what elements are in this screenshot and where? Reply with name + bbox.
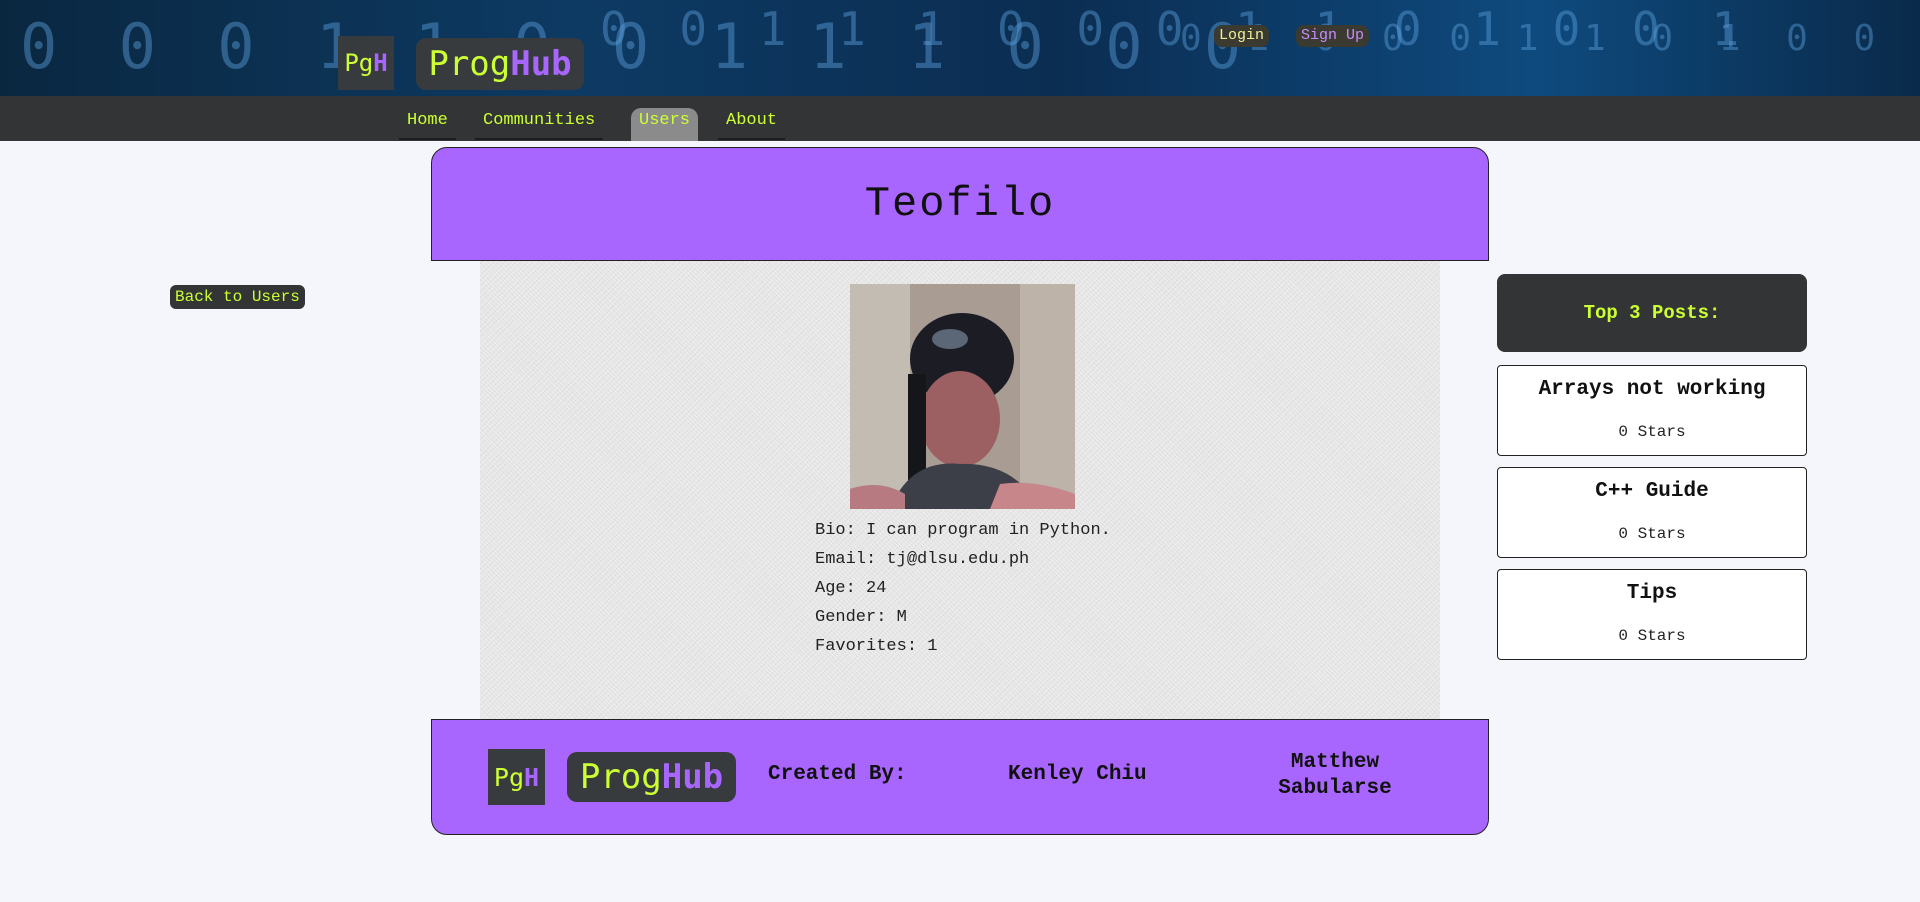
back-to-users-button[interactable]: Back to Users [170, 285, 305, 309]
signup-link[interactable]: Sign Up [1296, 25, 1370, 47]
footer-author: Matthew Sabularse [1278, 751, 1392, 800]
nav-item-communities[interactable]: Communities [475, 108, 604, 140]
login-link[interactable]: Login [1214, 25, 1270, 47]
top-posts-heading: Top 3 Posts: [1497, 274, 1807, 352]
nav-item-users[interactable]: Users [631, 108, 699, 141]
profile-info: Bio: I can program in Python. Email: tj@… [815, 516, 1111, 661]
profile-name: Teofilo [864, 180, 1056, 228]
footer-author: Kenley Chiu [1008, 763, 1147, 786]
logo-mark-right: H [373, 49, 388, 77]
nav-item-home[interactable]: Home [399, 108, 456, 140]
avatar-image [850, 284, 1075, 509]
logo-mark[interactable]: Pg H [338, 36, 394, 90]
logo-mark-left: Pg [344, 49, 374, 77]
post-card[interactable]: C++ Guide 0 Stars [1497, 467, 1807, 558]
profile-favorites: Favorites: 1 [815, 637, 938, 656]
post-card[interactable]: Arrays not working 0 Stars [1497, 365, 1807, 456]
logo-wordmark-right: Hub [510, 44, 572, 84]
profile-email: Email: tj@dlsu.edu.ph [815, 550, 1030, 569]
footer-logo-mark-right: H [524, 762, 540, 792]
post-title: C++ Guide [1595, 480, 1709, 503]
post-stars: 0 Stars [1618, 627, 1686, 645]
post-card[interactable]: Tips 0 Stars [1497, 569, 1807, 660]
top-posts-heading-label: Top 3 Posts: [1583, 302, 1721, 324]
binary-background-text: 0 1 0 0 0 1 1 0 1 0 0 0 1 1 1 [1180, 18, 1920, 59]
main-nav: Home Communities Users About [0, 96, 1920, 141]
logo-wordmark-left: Prog [428, 44, 511, 84]
nav-item-about[interactable]: About [718, 108, 786, 140]
footer-logo-wordmark: Prog Hub [567, 752, 736, 802]
logo-wordmark[interactable]: Prog Hub [416, 38, 584, 90]
post-title: Arrays not working [1538, 378, 1766, 401]
footer-logo-mark: Pg H [488, 749, 545, 805]
footer-logo-wordmark-right: Hub [661, 757, 724, 797]
profile-gender: Gender: M [815, 608, 907, 627]
avatar [850, 284, 1075, 509]
footer-created-by: Created By: [768, 763, 907, 786]
profile-age: Age: 24 [815, 579, 887, 598]
profile-bio: Bio: I can program in Python. [815, 521, 1111, 540]
profile-name-header: Teofilo [431, 147, 1489, 261]
post-stars: 0 Stars [1618, 525, 1686, 543]
footer-logo-mark-left: Pg [493, 762, 525, 792]
post-stars: 0 Stars [1618, 423, 1686, 441]
footer-logo-wordmark-left: Prog [579, 757, 662, 797]
post-title: Tips [1626, 582, 1678, 605]
header-banner: 0 0 0 1 1 0 0 1 1 1 0 0 0 0 0 1 1 1 0 0 … [0, 0, 1920, 96]
